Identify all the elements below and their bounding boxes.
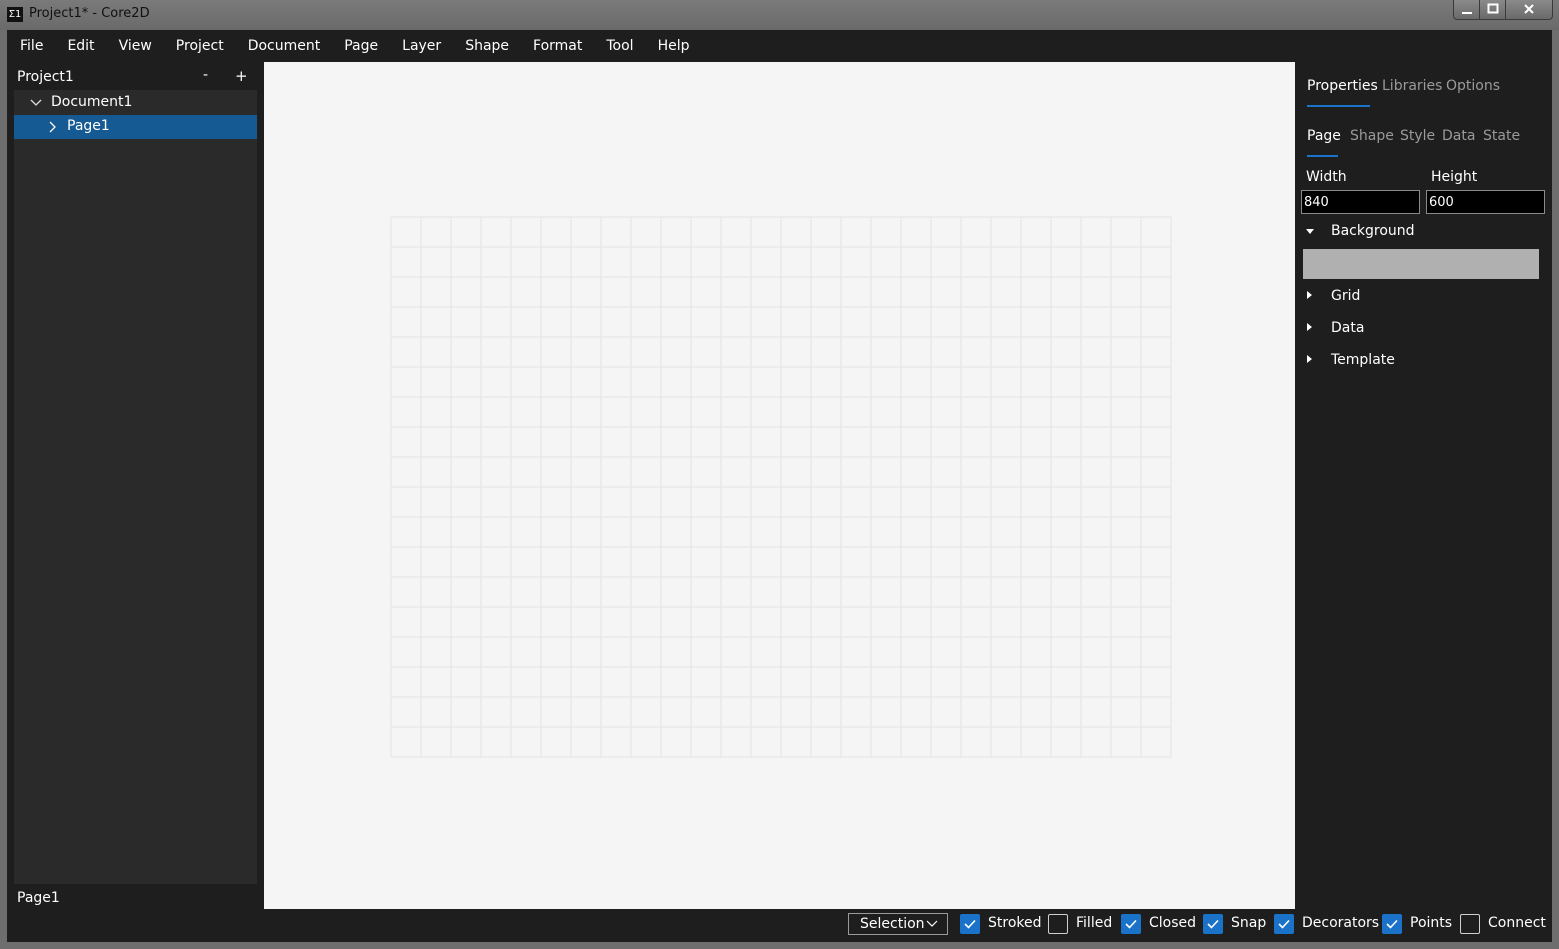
chevron-down-icon: [926, 920, 938, 927]
menu-document[interactable]: Document: [236, 30, 333, 62]
chevron-down-icon[interactable]: [24, 91, 48, 115]
menu-help[interactable]: Help: [646, 30, 702, 62]
close-button[interactable]: [1506, 0, 1553, 20]
active-subtab-indicator: [1307, 155, 1338, 157]
width-label: Width: [1306, 169, 1347, 185]
height-input[interactable]: 600: [1426, 190, 1545, 214]
checkbox-checked-icon[interactable]: [1274, 914, 1294, 934]
maximize-button[interactable]: [1480, 0, 1506, 20]
tab-libraries[interactable]: Libraries: [1382, 78, 1442, 94]
page-grid[interactable]: [390, 216, 1172, 758]
selected-page-label: Page1: [17, 890, 60, 906]
background-color-swatch[interactable]: [1303, 249, 1539, 279]
checkmark-icon: [1125, 919, 1137, 929]
page-label: Page1: [67, 118, 110, 134]
document-label: Document1: [51, 94, 133, 110]
client-area: File Edit View Project Document Page Lay…: [7, 30, 1552, 942]
checkmark-icon: [1207, 919, 1219, 929]
checkbox-checked-icon[interactable]: [1203, 914, 1223, 934]
checkbox-label: Filled: [1076, 915, 1113, 931]
subtab-page[interactable]: Page: [1307, 128, 1341, 144]
data-label: Data: [1331, 320, 1365, 336]
tab-options[interactable]: Options: [1446, 78, 1500, 94]
template-label: Template: [1331, 352, 1395, 368]
collapsed-arrow-icon: [1307, 323, 1312, 331]
minimize-icon: [1461, 12, 1472, 14]
menu-bar: File Edit View Project Document Page Lay…: [7, 30, 1552, 62]
subtab-state[interactable]: State: [1483, 128, 1520, 144]
checkbox-unchecked-icon[interactable]: [1460, 914, 1480, 934]
project-tree: Document1 Page1: [14, 90, 257, 884]
height-label: Height: [1431, 169, 1478, 185]
background-label: Background: [1331, 223, 1415, 239]
properties-panel: Properties Libraries Options Page Shape …: [1295, 62, 1552, 909]
checkbox-label: Decorators: [1302, 915, 1380, 931]
checkbox-checked-icon[interactable]: [1382, 914, 1402, 934]
checkbox-label: Connect: [1488, 915, 1546, 931]
collapsed-arrow-icon: [1307, 355, 1312, 363]
menu-format[interactable]: Format: [521, 30, 594, 62]
active-tab-indicator: [1307, 105, 1370, 107]
window-title: Project1* - Core2D: [29, 6, 150, 21]
expanded-arrow-icon: [1306, 229, 1314, 234]
menu-shape[interactable]: Shape: [453, 30, 521, 62]
menu-file[interactable]: File: [7, 30, 55, 62]
collapsed-arrow-icon: [1307, 291, 1312, 299]
chevron-right-icon[interactable]: [40, 115, 64, 139]
status-bar: Selection Stroked Filled Closed Snap Decorat…: [7, 909, 1552, 942]
menu-project[interactable]: Project: [164, 30, 236, 62]
checkbox-label: Stroked: [988, 915, 1042, 931]
app-window: Σ1 Project1* - Core2D File Edit View Pro…: [0, 0, 1559, 949]
checkmark-icon: [964, 919, 976, 929]
data-section-header[interactable]: Data: [1295, 318, 1552, 340]
menu-edit[interactable]: Edit: [55, 30, 106, 62]
checkbox-label: Closed: [1149, 915, 1197, 931]
remove-document-button[interactable]: -: [203, 67, 208, 83]
menu-view[interactable]: View: [107, 30, 164, 62]
tree-item-page[interactable]: Page1: [14, 115, 257, 139]
minimize-button[interactable]: [1453, 0, 1480, 20]
caption-buttons: [1453, 0, 1553, 20]
checkbox-label: Points: [1410, 915, 1453, 931]
close-icon: [1524, 4, 1534, 14]
tool-dropdown-value: Selection: [860, 916, 925, 932]
project-name[interactable]: Project1: [17, 69, 74, 85]
subtab-shape[interactable]: Shape: [1350, 128, 1394, 144]
drawing-canvas[interactable]: [264, 62, 1295, 909]
checkbox-unchecked-icon[interactable]: [1048, 914, 1068, 934]
menu-page[interactable]: Page: [332, 30, 390, 62]
checkbox-checked-icon[interactable]: [960, 914, 980, 934]
add-document-button[interactable]: +: [235, 67, 248, 85]
subtab-style[interactable]: Style: [1400, 128, 1435, 144]
checkbox-label: Snap: [1231, 915, 1267, 931]
tool-dropdown[interactable]: Selection: [848, 913, 948, 935]
subtab-data[interactable]: Data: [1442, 128, 1475, 144]
project-explorer: Project1 - + Document1 Page1 Page1: [7, 62, 264, 942]
background-section-header[interactable]: Background: [1295, 221, 1552, 243]
grid-label: Grid: [1331, 288, 1361, 304]
checkmark-icon: [1386, 919, 1398, 929]
menu-tool[interactable]: Tool: [594, 30, 645, 62]
maximize-icon: [1487, 3, 1498, 14]
tab-properties[interactable]: Properties: [1307, 78, 1378, 94]
grid-section-header[interactable]: Grid: [1295, 286, 1552, 308]
template-section-header[interactable]: Template: [1295, 350, 1552, 372]
checkbox-checked-icon[interactable]: [1121, 914, 1141, 934]
title-bar[interactable]: Σ1 Project1* - Core2D: [0, 0, 1559, 30]
menu-layer[interactable]: Layer: [390, 30, 453, 62]
width-input[interactable]: 840: [1301, 190, 1420, 214]
app-icon: Σ1: [7, 7, 23, 22]
checkmark-icon: [1278, 919, 1290, 929]
tree-item-document[interactable]: Document1: [14, 91, 257, 115]
project-header: Project1 - +: [7, 62, 264, 90]
